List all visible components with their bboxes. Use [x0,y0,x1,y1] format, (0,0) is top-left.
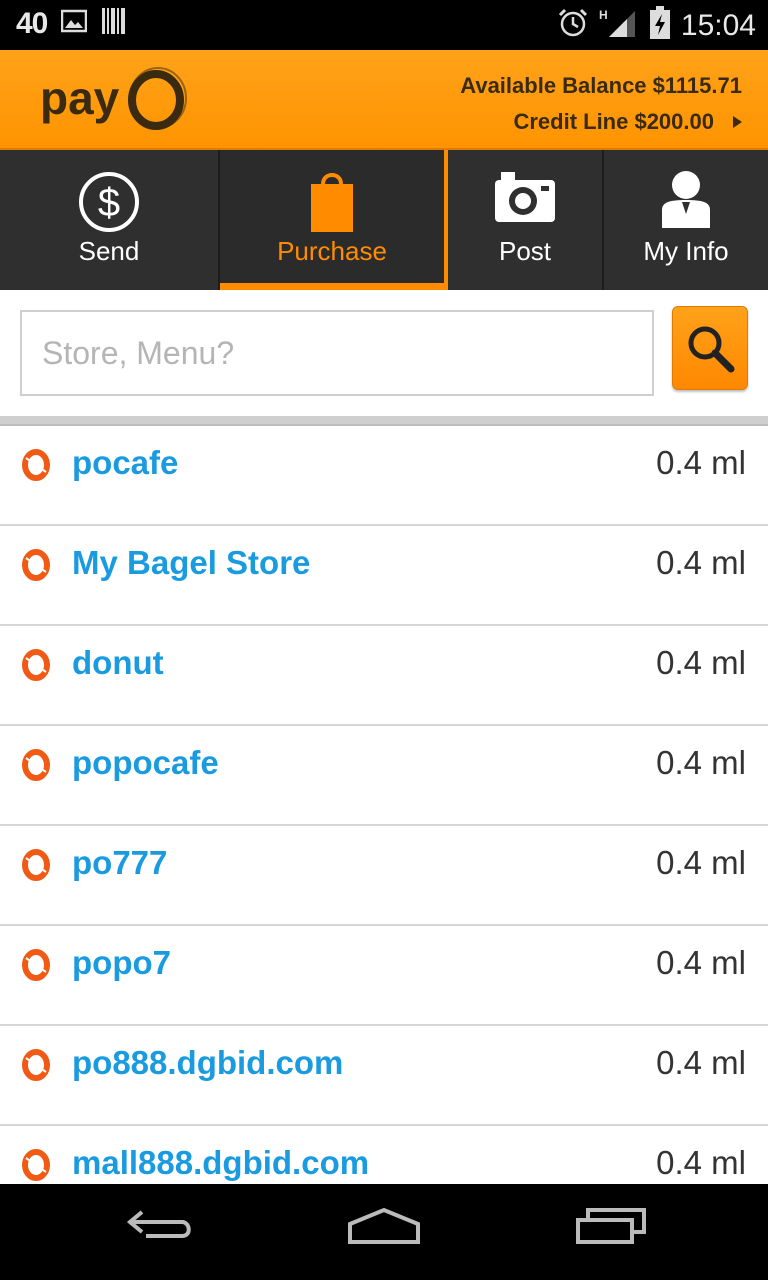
home-icon[interactable] [346,1206,422,1251]
camera-icon [493,170,557,229]
network-type-label: H [599,8,608,22]
main-tabs: $ Send Purchase Post My Info [0,150,768,290]
tab-my-info[interactable]: My Info [604,150,768,290]
user-icon [660,170,712,233]
list-item[interactable]: popocafe 0.4 ml [0,726,768,826]
chevron-right-icon [733,116,742,128]
recents-icon[interactable] [574,1206,648,1251]
store-distance: 0.4 ml [656,844,746,881]
tab-send-label: Send [78,236,140,266]
dollar-icon: $ [77,170,141,239]
svg-text:pay: pay [40,72,120,124]
tab-send[interactable]: $ Send [0,150,220,290]
signal-icon: H [599,7,639,44]
list-item[interactable]: pocafe 0.4 ml [0,426,768,526]
list-item[interactable]: donut 0.4 ml [0,626,768,726]
alarm-icon [557,7,589,44]
store-logo-icon [20,1148,52,1181]
divider [0,416,768,426]
store-logo-icon [20,948,52,981]
notification-count: 40 [16,6,48,40]
available-balance: Available Balance $1115.71 [460,73,742,98]
store-name: My Bagel Store [72,544,311,581]
navigation-bar [0,1184,768,1280]
barcode-icon [101,6,127,41]
store-distance: 0.4 ml [656,1044,746,1081]
list-item[interactable]: popo7 0.4 ml [0,926,768,1026]
battery-icon [649,6,671,45]
store-logo-icon [20,1048,52,1081]
clock: 15:04 [680,8,756,42]
status-bar: 40 H 15:04 [0,0,768,50]
tab-purchase[interactable]: Purchase [220,150,448,290]
balance-info[interactable]: Available Balance $1115.71 Credit Line $… [460,68,742,140]
app-header: pay Available Balance $1115.71 Credit Li… [0,50,768,150]
image-icon [61,9,88,38]
back-icon[interactable] [126,1206,196,1251]
search-button[interactable] [672,306,748,390]
store-name: pocafe [72,444,179,481]
payo-logo: pay [40,64,190,134]
store-logo-icon [20,848,52,881]
store-distance: 0.4 ml [656,744,746,781]
store-name: mall888.dgbid.com [72,1144,370,1181]
tab-post-label: Post [498,236,552,266]
store-distance: 0.4 ml [656,444,746,481]
store-name: popo7 [72,944,171,981]
svg-text:$: $ [98,181,120,225]
list-item[interactable]: po777 0.4 ml [0,826,768,926]
store-logo-icon [20,748,52,781]
store-logo-icon [20,648,52,681]
search-bar [0,290,768,416]
store-logo-icon [20,448,52,481]
store-distance: 0.4 ml [656,644,746,681]
tab-post[interactable]: Post [448,150,604,290]
tab-purchase-label: Purchase [277,236,387,266]
search-input[interactable] [20,310,654,396]
shopping-bag-icon [309,170,355,239]
store-logo-icon [20,548,52,581]
store-name: po888.dgbid.com [72,1044,344,1081]
store-name: popocafe [72,744,219,781]
list-item[interactable]: mall888.dgbid.com 0.4 ml [0,1126,768,1184]
store-name: donut [72,644,164,681]
credit-line: Credit Line $200.00 [513,109,714,134]
tab-my-info-label: My Info [643,236,729,266]
store-name: po777 [72,844,168,881]
list-item[interactable]: po888.dgbid.com 0.4 ml [0,1026,768,1126]
store-list: pocafe 0.4 ml My Bagel Store 0.4 ml donut 0.4… [0,426,768,1184]
store-distance: 0.4 ml [656,1144,746,1181]
list-item[interactable]: My Bagel Store 0.4 ml [0,526,768,626]
store-distance: 0.4 ml [656,544,746,581]
store-distance: 0.4 ml [656,944,746,981]
